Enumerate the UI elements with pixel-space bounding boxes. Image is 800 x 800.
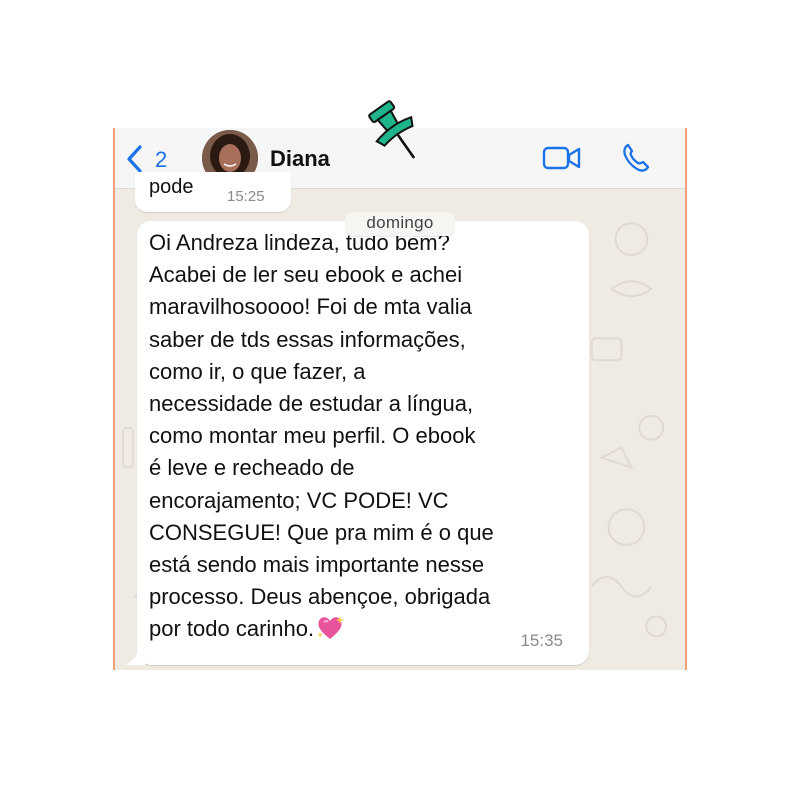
video-call-icon[interactable] [542,145,582,171]
phone-call-icon[interactable] [620,142,652,174]
back-chevron-icon[interactable] [125,144,145,174]
message-text: Oi Andreza lindeza, tudo bem? Acabei de … [149,227,569,646]
bubble-tail [125,647,145,665]
previous-message-time: 15:25 [227,188,265,205]
message-bubble[interactable]: Oi Andreza lindeza, tudo bem? Acabei de … [125,221,589,665]
pushpin-icon [368,100,415,159]
sparkling-heart-icon [317,616,345,640]
message-time: 15:35 [520,631,563,650]
previous-message-text: pode [149,176,194,198]
day-separator: domingo [345,212,455,236]
chat-screenshot: 2 Diana pode 15:25 Oi Andreza lindeza, t… [113,128,687,670]
unread-count[interactable]: 2 [155,147,167,173]
message-body: Oi Andreza lindeza, tudo bem? Acabei de … [149,230,494,642]
previous-message-bubble[interactable]: pode 15:25 [135,172,291,212]
contact-name[interactable]: Diana [270,146,330,172]
